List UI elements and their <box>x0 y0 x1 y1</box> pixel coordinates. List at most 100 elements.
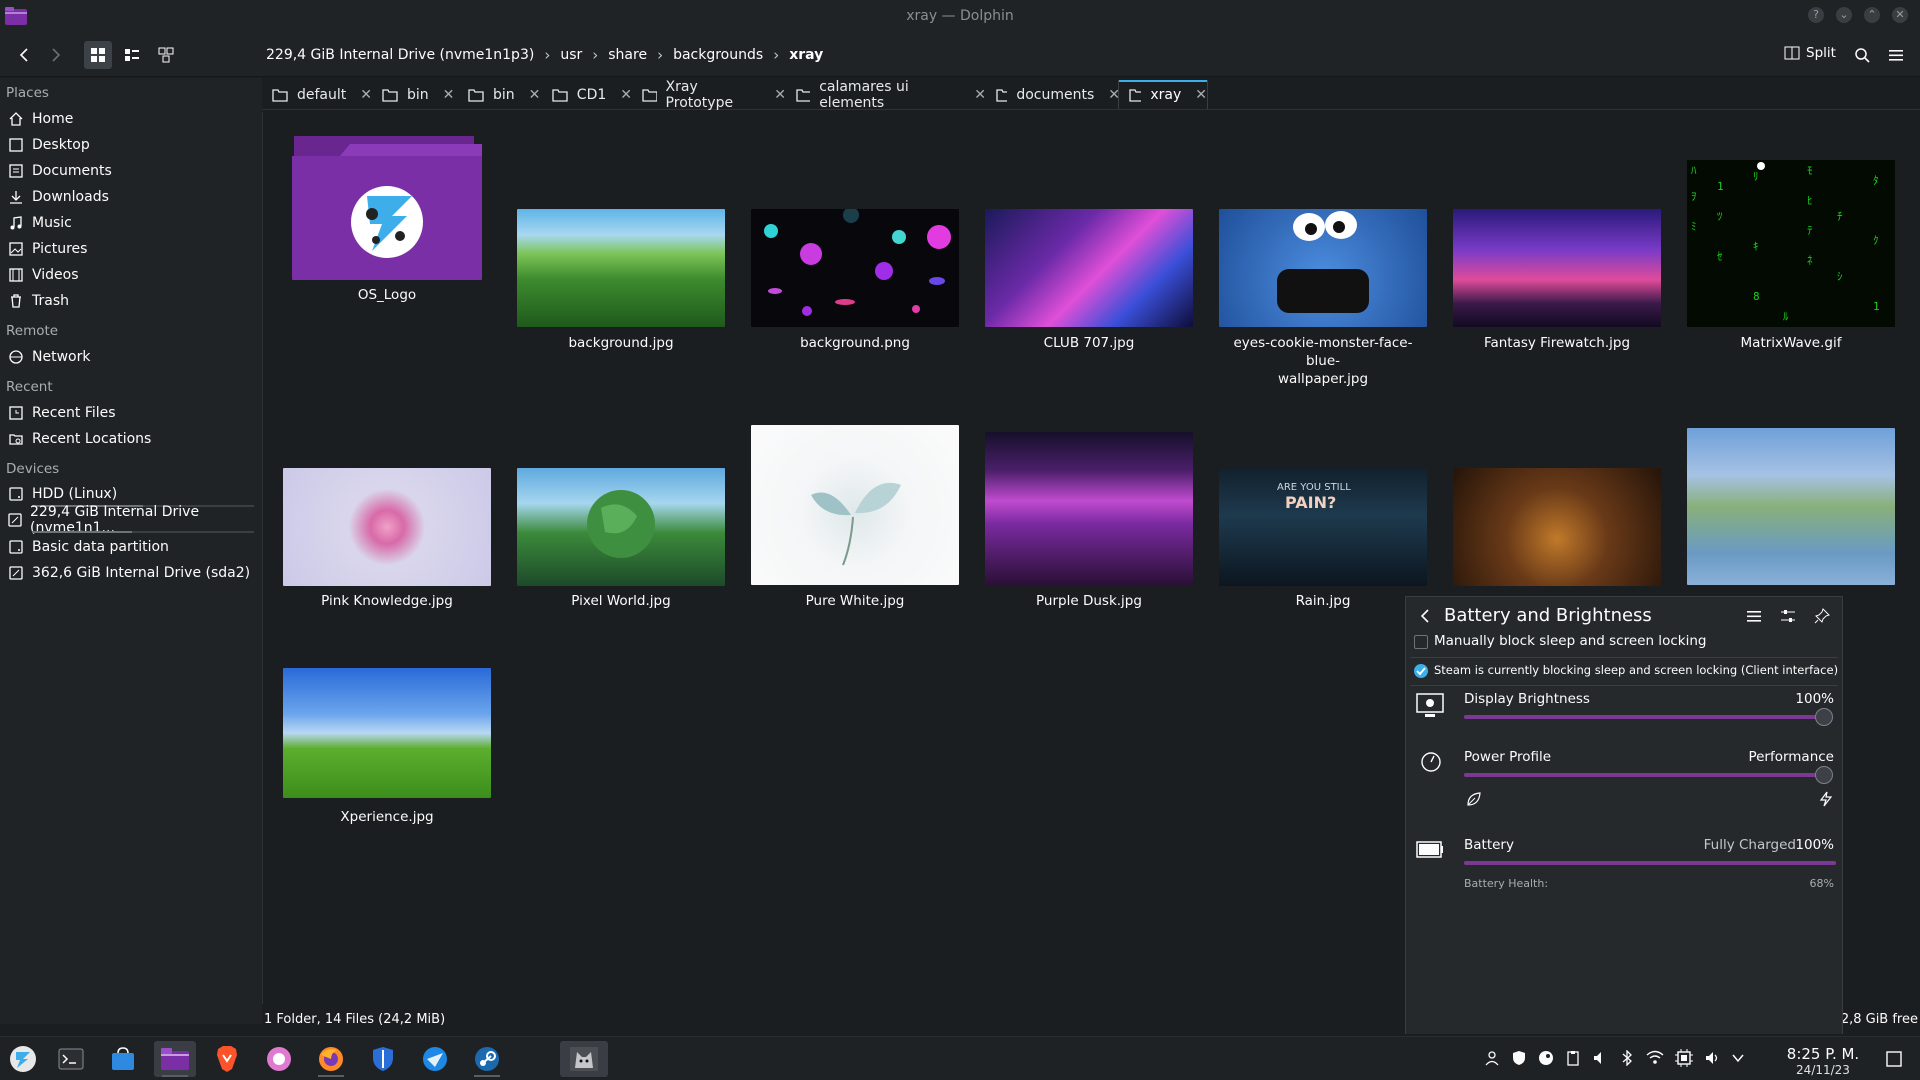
taskbar-steam[interactable] <box>466 1041 508 1077</box>
file-name: Fantasy Firewatch.jpg <box>1483 335 1631 351</box>
sidebar-item-hdd-linux[interactable]: HDD (Linux) <box>8 483 254 505</box>
breadcrumb-backgrounds[interactable]: backgrounds <box>669 47 767 63</box>
search-button[interactable] <box>1848 41 1876 69</box>
minimize-button[interactable]: ⌄ <box>1836 7 1852 23</box>
file-item-matrixwave[interactable]: ﾊｦ ﾐ 1 ﾂ ｾ ﾘ ｷ 8 ﾓ ﾋ ﾃ ﾈ ﾁ ｼ ﾀ ｸ 1 ﾙ MatrixWave.gif <box>1685 136 1897 351</box>
power-profile-slider-handle[interactable] <box>1815 766 1833 784</box>
sidebar-item-recent-files[interactable]: Recent Files <box>8 402 254 424</box>
tab-xray-prototype[interactable]: Xray Prototype ✕ <box>632 79 786 111</box>
cpu-monitor-icon[interactable] <box>1675 1049 1693 1067</box>
tab-bin[interactable]: bin ✕ <box>372 80 458 109</box>
file-item-xperience[interactable]: Xperience.jpg <box>281 668 493 825</box>
power-profile-slider[interactable] <box>1464 773 1824 777</box>
file-item-pure-white[interactable]: Pure White.jpg <box>749 392 961 609</box>
sidebar-item-desktop[interactable]: Desktop <box>8 134 254 156</box>
back-chevron-icon[interactable] <box>1418 609 1432 623</box>
taskbar-chat-app[interactable] <box>258 1041 300 1077</box>
menu-icon[interactable] <box>1746 608 1762 624</box>
hard-drive-icon <box>8 512 22 528</box>
search-icon <box>1855 48 1870 63</box>
sidebar-item-internal-drive-sda2[interactable]: 362,6 GiB Internal Drive (sda2) <box>8 562 254 584</box>
file-item-os-logo-folder[interactable]: OS_Logo <box>281 136 493 316</box>
file-item-purple-dusk[interactable]: Purple Dusk.jpg <box>983 392 1195 609</box>
taskbar-terminal[interactable] <box>50 1041 92 1077</box>
application-launcher[interactable] <box>2 1041 44 1077</box>
svg-text:ﾀ: ﾀ <box>1873 174 1879 187</box>
taskbar-bitwarden[interactable] <box>362 1041 404 1077</box>
shield-tray-icon[interactable] <box>1511 1050 1527 1066</box>
block-sleep-checkbox[interactable] <box>1414 635 1428 649</box>
close-tab-icon[interactable]: ✕ <box>974 87 986 103</box>
sidebar-item-recent-locations[interactable]: Recent Locations <box>8 428 254 450</box>
close-tab-icon[interactable]: ✕ <box>774 87 786 103</box>
close-tab-icon[interactable]: ✕ <box>529 87 541 103</box>
configure-icon[interactable] <box>1780 608 1796 624</box>
help-button[interactable]: ? <box>1808 7 1824 23</box>
sidebar-item-videos[interactable]: Videos <box>8 264 254 286</box>
file-item-pixel-world[interactable]: Pixel World.jpg <box>515 392 727 609</box>
file-item-cliff[interactable] <box>1685 392 1897 585</box>
sidebar-item-basic-data-partition[interactable]: Basic data partition <box>8 536 254 558</box>
breadcrumb-xray[interactable]: xray <box>785 47 827 63</box>
tab-calamares-ui-elements[interactable]: calamares ui elements ✕ <box>786 79 986 111</box>
sidebar-item-internal-drive-nvme[interactable]: 229,4 GiB Internal Drive (nvme1n1... <box>8 504 254 536</box>
tray-expand-chevron-icon[interactable] <box>1731 1051 1745 1065</box>
compact-view-button[interactable] <box>118 41 146 69</box>
sidebar-item-pictures[interactable]: Pictures <box>8 238 254 260</box>
sidebar-item-music[interactable]: Music <box>8 212 254 234</box>
wifi-icon[interactable] <box>1646 1050 1664 1066</box>
tab-documents[interactable]: documents ✕ <box>986 80 1120 109</box>
brightness-slider[interactable] <box>1464 715 1824 719</box>
show-desktop-icon[interactable] <box>1886 1051 1902 1067</box>
file-item-fantasy-firewatch[interactable]: Fantasy Firewatch.jpg <box>1451 136 1663 351</box>
taskbar-discover-store[interactable] <box>102 1041 144 1077</box>
sidebar-item-documents[interactable]: Documents <box>8 160 254 182</box>
close-tab-icon[interactable]: ✕ <box>443 87 455 103</box>
brightness-slider-handle[interactable] <box>1815 708 1833 726</box>
tab-default[interactable]: default ✕ <box>262 80 372 109</box>
file-item-background-jpg[interactable]: background.jpg <box>515 136 727 351</box>
file-item-rain[interactable]: ARE YOU STILL PAIN? Rain.jpg <box>1217 392 1429 609</box>
icons-view-button[interactable] <box>84 41 112 69</box>
taskbar-window-preview[interactable] <box>560 1041 608 1077</box>
close-tab-icon[interactable]: ✕ <box>360 87 372 103</box>
pin-icon[interactable] <box>1814 608 1830 624</box>
tab-xray[interactable]: xray ✕ <box>1118 80 1208 109</box>
sidebar-item-home[interactable]: Home <box>8 108 254 130</box>
file-item-pink-knowledge[interactable]: Pink Knowledge.jpg <box>281 392 493 609</box>
back-button[interactable] <box>10 41 38 69</box>
close-tab-icon[interactable]: ✕ <box>620 87 632 103</box>
taskbar-dolphin[interactable] <box>154 1041 196 1077</box>
sidebar-item-downloads[interactable]: Downloads <box>8 186 254 208</box>
hamburger-menu-button[interactable] <box>1882 41 1910 69</box>
clock[interactable]: 8:25 P. M. 24/11/23 <box>1784 1045 1862 1077</box>
taskbar-firefox[interactable] <box>310 1041 352 1077</box>
taskbar-brave[interactable] <box>206 1041 248 1077</box>
file-item-club-707[interactable]: CLUB 707.jpg <box>983 136 1195 351</box>
clipboard-icon[interactable] <box>1565 1050 1581 1066</box>
user-icon[interactable] <box>1484 1050 1500 1066</box>
breadcrumb-share[interactable]: share <box>604 47 651 63</box>
split-button[interactable]: Split <box>1784 45 1836 61</box>
image-thumbnail <box>985 209 1193 327</box>
details-view-button[interactable] <box>152 41 180 69</box>
file-item-cookie-monster[interactable]: eyes-cookie-monster-face-blue-wallpaper.… <box>1217 136 1429 387</box>
taskbar-thunderbird[interactable] <box>414 1041 456 1077</box>
close-window-button[interactable]: ✕ <box>1892 7 1908 23</box>
sidebar-item-trash[interactable]: Trash <box>8 290 254 312</box>
volume-icon[interactable] <box>1704 1050 1720 1066</box>
steam-tray-icon[interactable] <box>1538 1050 1554 1066</box>
close-tab-icon[interactable]: ✕ <box>1195 87 1207 103</box>
file-item-background-png[interactable]: background.png <box>749 136 961 351</box>
bluetooth-icon[interactable] <box>1619 1050 1635 1066</box>
sidebar-item-network[interactable]: Network <box>8 346 254 368</box>
forward-button[interactable] <box>42 41 70 69</box>
audio-device-icon[interactable] <box>1592 1050 1608 1066</box>
tab-cd1[interactable]: CD1 ✕ <box>542 80 632 109</box>
file-item-steampunk-house[interactable] <box>1451 392 1663 586</box>
breadcrumb-usr[interactable]: usr <box>556 47 586 63</box>
maximize-button[interactable]: ⌃ <box>1864 7 1880 23</box>
svg-text:ｸ: ｸ <box>1873 234 1879 247</box>
tab-bin-2[interactable]: bin ✕ <box>458 80 542 109</box>
breadcrumb-drive[interactable]: 229,4 GiB Internal Drive (nvme1n1p3) <box>262 47 538 63</box>
